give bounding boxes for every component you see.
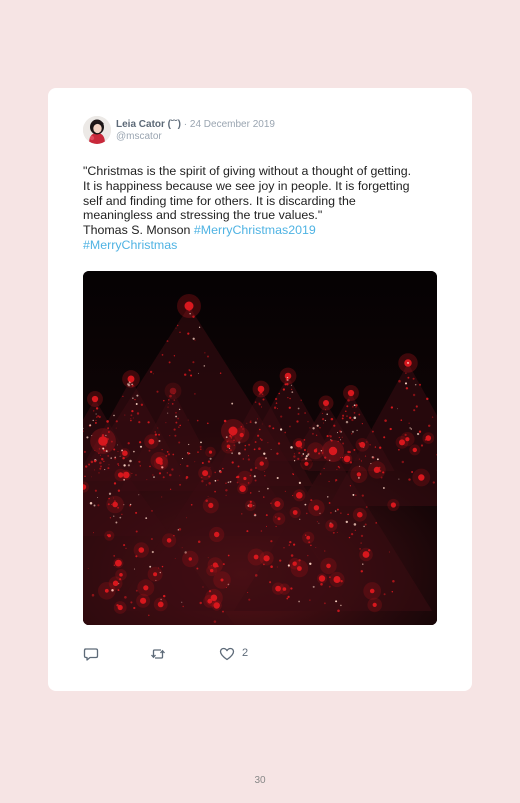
avatar[interactable] [83, 116, 111, 144]
tweet-date[interactable]: 24 December 2019 [190, 119, 275, 130]
christmas-trees-photo [83, 271, 437, 625]
hashtag-line: #MerryChristmas [83, 238, 443, 253]
page-number: 30 [254, 775, 266, 786]
heart-icon[interactable] [219, 646, 235, 662]
tweet-media-image[interactable] [83, 271, 437, 625]
tweet-text: "Christmas is the spirit of giving witho… [83, 164, 443, 253]
avatar-image [83, 116, 111, 144]
like-count: 2 [242, 647, 249, 659]
quote-author: Thomas S. Monson [83, 223, 191, 238]
user-handle[interactable]: @mscator [116, 131, 162, 143]
display-name[interactable]: Leia Cator (˘˘) [116, 119, 181, 130]
author-line: Leia Cator (˘˘) · 24 December 2019 [116, 119, 275, 131]
text-line: meaningless and stressing the true value… [83, 208, 323, 223]
tweet-card: Leia Cator (˘˘) · 24 December 2019 @msca… [48, 88, 472, 691]
author-attribution-line: Thomas S. Monson #MerryChristmas2019 [83, 223, 443, 238]
retweet-icon[interactable] [150, 646, 166, 662]
text-line: self and finding time for others. It is … [83, 193, 356, 208]
separator-dot: · [183, 119, 188, 130]
text-line: It is happiness because we see joy in pe… [83, 178, 410, 193]
hashtag-link[interactable]: #MerryChristmas2019 [194, 223, 316, 237]
reply-icon[interactable] [83, 646, 99, 662]
hashtag-link[interactable]: #MerryChristmas [83, 238, 177, 252]
text-line: "Christmas is the spirit of giving witho… [83, 164, 412, 178]
